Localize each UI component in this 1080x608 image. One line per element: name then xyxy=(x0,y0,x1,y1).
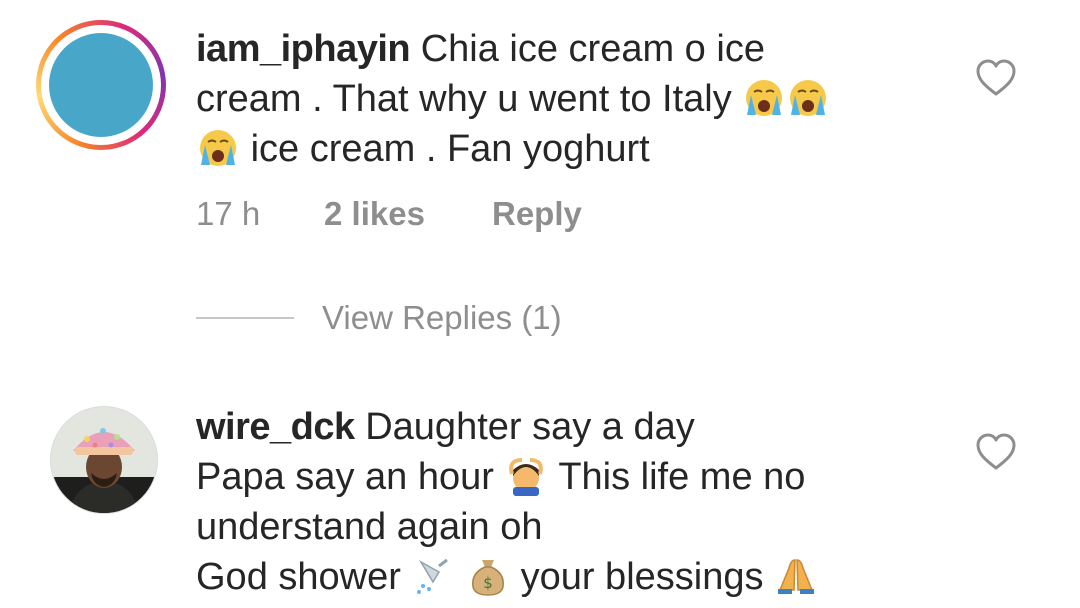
comment-text-segment: God shower xyxy=(196,556,401,598)
folded-hands-icon xyxy=(774,556,818,596)
story-ring[interactable] xyxy=(36,20,166,150)
loudly-crying-face-icon xyxy=(786,78,830,118)
comment-text-segment: your blessings xyxy=(520,556,764,598)
heart-outline-icon[interactable] xyxy=(974,58,1018,98)
comment-text-segment: cream . That why u went to Italy xyxy=(196,78,732,120)
comment-timestamp: 17 h xyxy=(196,195,261,232)
comment-line: Papa say an hour This life me no xyxy=(196,452,906,502)
username[interactable]: iam_iphayin xyxy=(196,28,411,70)
username[interactable]: wire_dck xyxy=(196,406,355,448)
comment-text-segment: This life me no xyxy=(558,456,806,498)
comment-item: wire_dck Daughter say a day Papa say an … xyxy=(0,380,1080,608)
comment-line: wire_dck Daughter say a day xyxy=(196,402,906,452)
comment-text: wire_dck Daughter say a day Papa say an … xyxy=(196,402,906,602)
comment-text-segment: Chia ice cream o ice xyxy=(420,28,765,70)
comment-text-segment: understand again oh xyxy=(196,506,543,548)
divider-line xyxy=(196,317,294,319)
shower-icon xyxy=(411,556,455,596)
comment-text-segment: Papa say an hour xyxy=(196,456,494,498)
avatar-photo xyxy=(51,407,157,513)
comment-line: ice cream . Fan yoghurt xyxy=(196,124,906,174)
likes-count[interactable]: 2 likes xyxy=(324,192,425,236)
comment-text-segment: Daughter say a day xyxy=(365,406,695,448)
avatar[interactable] xyxy=(49,33,153,137)
money-bag-icon xyxy=(466,556,510,596)
comment-text-segment: ice cream . Fan yoghurt xyxy=(250,128,650,170)
loudly-crying-face-icon xyxy=(742,78,786,118)
comment-line: God shower your blessings xyxy=(196,552,906,602)
comment-line: understand again oh xyxy=(196,502,906,552)
avatar-ring-inner xyxy=(41,25,161,145)
comment-line: cream . That why u went to Italy xyxy=(196,74,906,124)
view-replies-label: View Replies (1) xyxy=(322,299,562,336)
comment-text: iam_iphayin Chia ice cream o ice cream .… xyxy=(196,24,906,174)
avatar[interactable] xyxy=(50,406,158,514)
reply-button[interactable]: Reply xyxy=(492,192,582,236)
comment-item: iam_iphayin Chia ice cream o ice cream .… xyxy=(0,0,1080,380)
comment-line: iam_iphayin Chia ice cream o ice xyxy=(196,24,906,74)
loudly-crying-face-icon xyxy=(196,128,240,168)
person-gesturing-ok-icon xyxy=(504,456,548,496)
heart-outline-icon[interactable] xyxy=(974,432,1018,472)
